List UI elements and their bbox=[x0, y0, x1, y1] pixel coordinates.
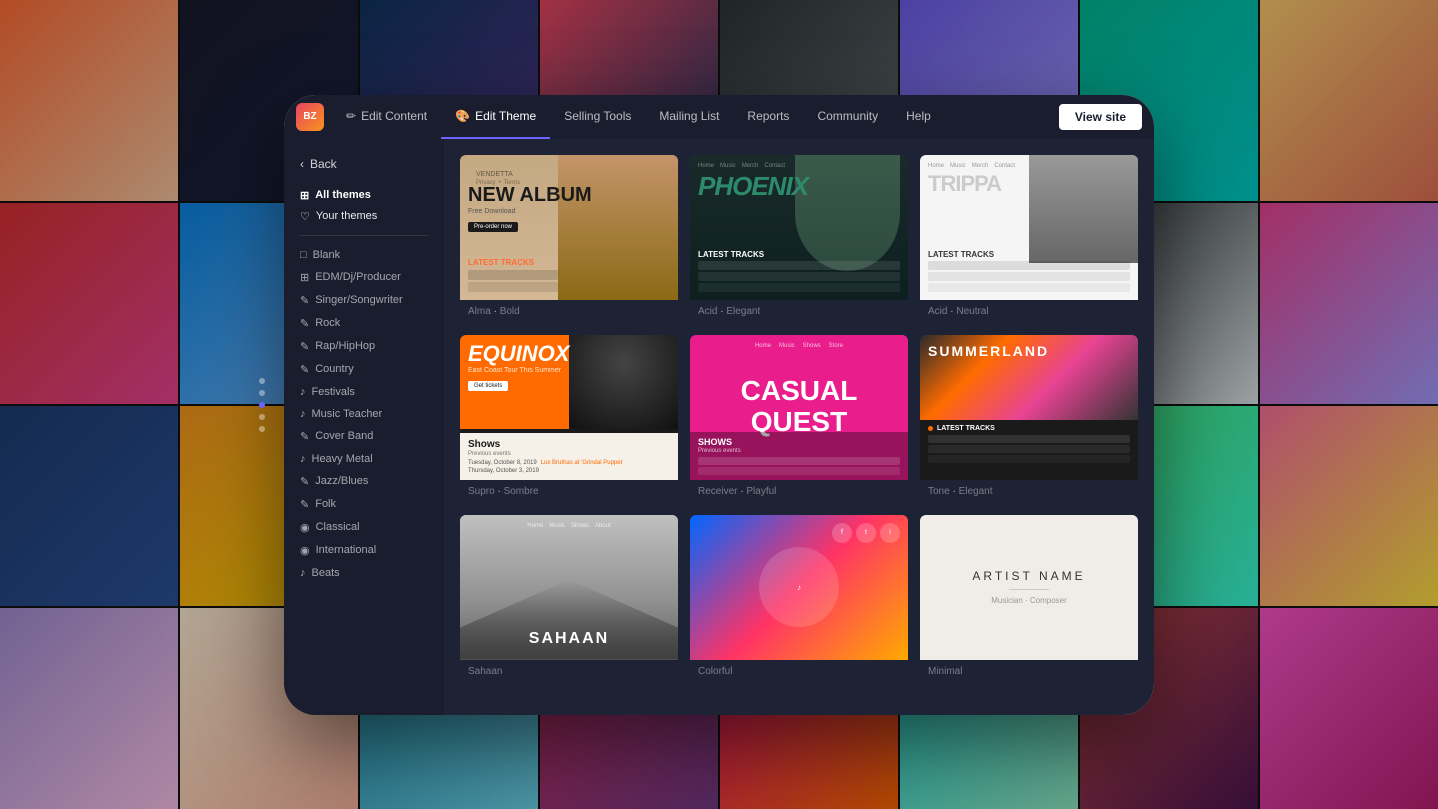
cover-band-icon: ✎ bbox=[300, 430, 309, 443]
tab-edit-content[interactable]: ✏ Edit Content bbox=[332, 95, 441, 139]
nav-logo: BZ bbox=[296, 103, 324, 131]
classical-icon: ◉ bbox=[300, 521, 310, 534]
sidebar-item-blank[interactable]: □ Blank bbox=[284, 244, 444, 266]
tab-mailing-list[interactable]: Mailing List bbox=[645, 95, 733, 139]
edit-theme-icon: 🎨 bbox=[455, 109, 470, 123]
international-icon: ◉ bbox=[300, 544, 310, 557]
heart-icon: ♡ bbox=[300, 210, 310, 223]
dot-5 bbox=[259, 426, 265, 432]
sidebar-divider bbox=[300, 235, 428, 236]
sidebar-item-rock[interactable]: ✎ Rock bbox=[284, 312, 444, 335]
theme-card-sahaan[interactable]: Home Music Shows About Sahaan Sahaan bbox=[460, 515, 678, 683]
theme-card-receiver-playful[interactable]: CASUAL QUEST Home Music Shows Store Show… bbox=[690, 335, 908, 503]
sidebar-item-folk[interactable]: ✎ Folk bbox=[284, 493, 444, 516]
sidebar: ‹ Back ⊞ All themes ♡ Your themes □ Blan… bbox=[284, 139, 444, 715]
main-content: ‹ Back ⊞ All themes ♡ Your themes □ Blan… bbox=[284, 139, 1154, 715]
sidebar-item-international[interactable]: ◉ International bbox=[284, 539, 444, 562]
dot-4 bbox=[259, 414, 265, 420]
theme-card-minimal[interactable]: Artist Name Musician · Composer Minimal bbox=[920, 515, 1138, 683]
edit-content-icon: ✏ bbox=[346, 109, 356, 123]
sidebar-item-your-themes[interactable]: ♡ Your themes bbox=[284, 206, 444, 227]
tab-community[interactable]: Community bbox=[803, 95, 892, 139]
theme-label-receiver: Receiver · Playful bbox=[690, 480, 908, 503]
sidebar-item-jazz[interactable]: ✎ Jazz/Blues bbox=[284, 470, 444, 493]
theme-label-supro: Supro · Sombre bbox=[460, 480, 678, 503]
tablet-dots bbox=[259, 378, 265, 432]
sidebar-item-edm[interactable]: ⊞ EDM/Dj/Producer bbox=[284, 266, 444, 289]
blank-icon: □ bbox=[300, 249, 307, 261]
country-icon: ✎ bbox=[300, 363, 309, 376]
nav-tabs: ✏ Edit Content 🎨 Edit Theme Selling Tool… bbox=[332, 95, 1059, 139]
theme-card-supro-sombre[interactable]: Equinox East Coast Tour This Summer Get … bbox=[460, 335, 678, 503]
tablet-frame: BZ ✏ Edit Content 🎨 Edit Theme Selling T… bbox=[284, 95, 1154, 715]
sidebar-item-country[interactable]: ✎ Country bbox=[284, 358, 444, 381]
tab-edit-theme[interactable]: 🎨 Edit Theme bbox=[441, 95, 550, 139]
singer-icon: ✎ bbox=[300, 294, 309, 307]
music-teacher-icon: ♪ bbox=[300, 408, 306, 420]
dot-2 bbox=[259, 390, 265, 396]
sidebar-item-music-teacher[interactable]: ♪ Music Teacher bbox=[284, 403, 444, 425]
view-site-button[interactable]: View site bbox=[1059, 104, 1142, 130]
rap-icon: ✎ bbox=[300, 340, 309, 353]
theme-label-tone: Tone · Elegant bbox=[920, 480, 1138, 503]
back-chevron-icon: ‹ bbox=[300, 157, 304, 171]
sidebar-item-singer[interactable]: ✎ Singer/Songwriter bbox=[284, 289, 444, 312]
navbar: BZ ✏ Edit Content 🎨 Edit Theme Selling T… bbox=[284, 95, 1154, 139]
dot-3-active bbox=[259, 402, 265, 408]
theme-label-minimal: Minimal bbox=[920, 660, 1138, 683]
theme-card-alma-bold[interactable]: VENDETTA Privacy•Terms NEW ALBUM Free Do… bbox=[460, 155, 678, 323]
theme-label-sahaan: Sahaan bbox=[460, 660, 678, 683]
tab-selling-tools[interactable]: Selling Tools bbox=[550, 95, 645, 139]
grid-icon: ⊞ bbox=[300, 189, 309, 202]
sidebar-item-festivals[interactable]: ♪ Festivals bbox=[284, 381, 444, 403]
theme-card-acid-neutral[interactable]: Home Music Merch Contact TRIPPA LATEST T… bbox=[920, 155, 1138, 323]
festivals-icon: ♪ bbox=[300, 386, 306, 398]
sidebar-item-classical[interactable]: ◉ Classical bbox=[284, 516, 444, 539]
tab-reports[interactable]: Reports bbox=[733, 95, 803, 139]
sidebar-item-beats[interactable]: ♪ Beats bbox=[284, 562, 444, 584]
theme-label-acid-neutral: Acid · Neutral bbox=[920, 300, 1138, 323]
rock-icon: ✎ bbox=[300, 317, 309, 330]
heavy-metal-icon: ♪ bbox=[300, 453, 306, 465]
theme-label-acid-elegant: Acid · Elegant bbox=[690, 300, 908, 323]
theme-label-alma: Alma · Bold bbox=[460, 300, 678, 323]
sidebar-item-heavy-metal[interactable]: ♪ Heavy Metal bbox=[284, 448, 444, 470]
theme-card-tone-elegant[interactable]: SUMMERLAND LATEST TRACKS Tone · Elegant bbox=[920, 335, 1138, 503]
sidebar-item-rap[interactable]: ✎ Rap/HipHop bbox=[284, 335, 444, 358]
sidebar-back-button[interactable]: ‹ Back bbox=[284, 151, 444, 177]
theme-label-colorful: Colorful bbox=[690, 660, 908, 683]
folk-icon: ✎ bbox=[300, 498, 309, 511]
beats-icon: ♪ bbox=[300, 567, 306, 579]
jazz-icon: ✎ bbox=[300, 475, 309, 488]
theme-card-colorful[interactable]: ♪ f t i Colorful bbox=[690, 515, 908, 683]
theme-grid: VENDETTA Privacy•Terms NEW ALBUM Free Do… bbox=[444, 139, 1154, 715]
theme-card-acid-elegant[interactable]: Home Music Merch Contact PHOENIX LATEST … bbox=[690, 155, 908, 323]
edm-icon: ⊞ bbox=[300, 271, 309, 284]
tab-help[interactable]: Help bbox=[892, 95, 945, 139]
dot-1 bbox=[259, 378, 265, 384]
sidebar-item-cover-band[interactable]: ✎ Cover Band bbox=[284, 425, 444, 448]
sidebar-item-all-themes[interactable]: ⊞ All themes bbox=[284, 185, 444, 206]
